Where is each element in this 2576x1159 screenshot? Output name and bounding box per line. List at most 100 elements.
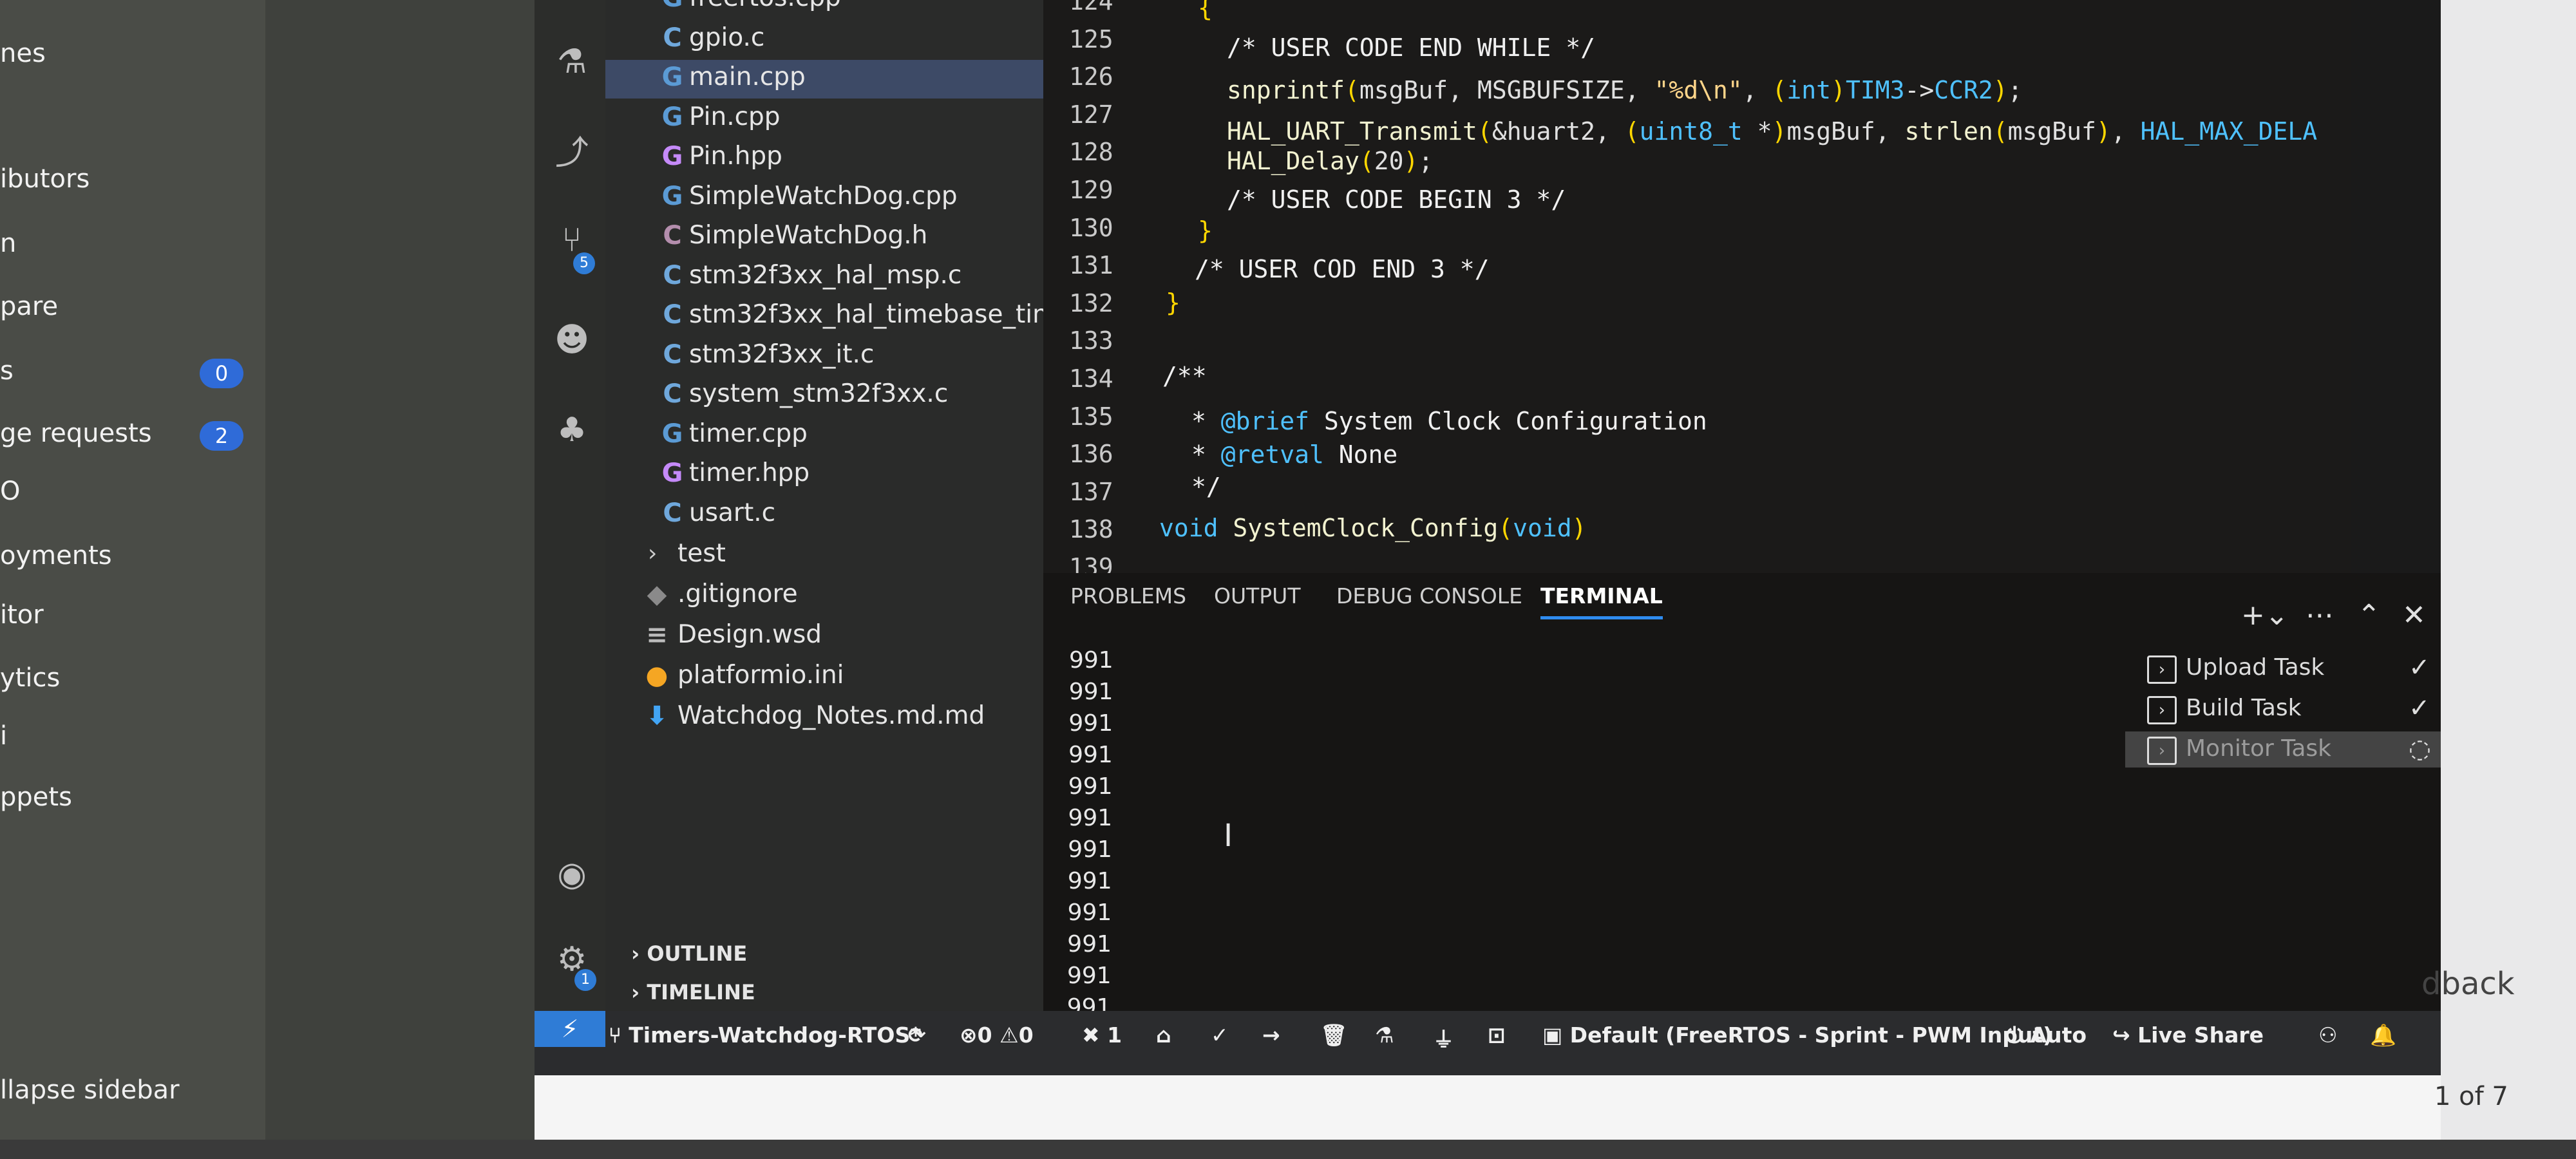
code-line-129[interactable]: /* USER CODE BEGIN 3 */: [1227, 185, 1566, 214]
browser-sidebar-item[interactable]: oyments: [0, 541, 112, 570]
line-number: 126: [1069, 62, 1113, 91]
build-check-icon[interactable]: ✓: [1211, 1022, 1229, 1048]
browser-sidebar-item[interactable]: pare: [0, 292, 58, 321]
folder-item[interactable]: › test: [605, 536, 1043, 575]
browser-sidebar-item[interactable]: ppets: [0, 782, 72, 812]
terminal-icon: ›: [2147, 696, 2177, 724]
terminal-task-item[interactable]: › Upload Task ✓: [2125, 650, 2441, 686]
platformio-alien-icon[interactable]: ☻: [554, 322, 590, 358]
file-item[interactable]: Cstm32f3xx_hal_timebase_tim.c: [605, 297, 1079, 336]
file-item[interactable]: G Pin.hpp: [605, 139, 1043, 178]
settings-badge: 1: [574, 969, 596, 991]
file-item[interactable]: G Pin.cpp: [605, 100, 1043, 138]
file-item[interactable]: Cgpio.c: [605, 21, 1043, 59]
terminal-line: 991: [1068, 805, 1113, 831]
browser-sidebar-item[interactable]: ytics: [0, 663, 60, 693]
tools-counter[interactable]: ✖ 1: [1082, 1022, 1122, 1048]
browser-sidebar-item[interactable]: itor: [0, 600, 44, 630]
code-line-137[interactable]: */: [1191, 473, 1221, 501]
auto-label: Auto: [2030, 1022, 2087, 1048]
tab-debug-console[interactable]: DEBUG CONSOLE: [1336, 583, 1522, 608]
code-line-128[interactable]: HAL_Delay(20);: [1227, 147, 1433, 175]
testing-flask-icon[interactable]: ⚗: [554, 44, 590, 80]
timeline-section[interactable]: › TIMELINE: [631, 980, 755, 1004]
file-item[interactable]: Gfreertos.cpp: [605, 0, 1043, 19]
file-item[interactable]: Gtimer.cpp: [605, 417, 1043, 455]
code-line-134[interactable]: /**: [1162, 362, 1207, 390]
file-item[interactable]: Cstm32f3xx_it.c: [605, 337, 1043, 376]
code-line-136[interactable]: * @retval None: [1191, 440, 1397, 469]
terminal-task-item[interactable]: › Monitor Task ◌: [2125, 731, 2441, 768]
collapse-sidebar-button[interactable]: llapse sidebar: [0, 1075, 180, 1105]
code-line-131[interactable]: /* USER COD END 3 */: [1195, 255, 1490, 283]
test-flask-icon[interactable]: ⚗: [1375, 1022, 1394, 1048]
auto-port[interactable]: ⏻ Auto: [2006, 1022, 2087, 1048]
browser-sidebar-item-label: O: [0, 476, 21, 506]
terminal-task-item[interactable]: › Build Task ✓: [2125, 691, 2441, 727]
browser-sidebar-item[interactable]: i: [0, 721, 7, 751]
new-terminal-plus-icon[interactable]: +⌄: [2241, 599, 2289, 632]
tab-output[interactable]: OUTPUT: [1214, 583, 1301, 608]
cpp-file-icon: G: [661, 102, 683, 132]
sync-icon[interactable]: ⟳: [908, 1022, 926, 1048]
code-line-132[interactable]: }: [1166, 288, 1180, 317]
terminal-line: 991: [1068, 710, 1113, 737]
code-line-135[interactable]: * @brief System Clock Configuration: [1191, 407, 1707, 435]
environment-selector[interactable]: ▣ Default (FreeRTOS - Sprint - PWM Input…: [1542, 1022, 2052, 1048]
code-line-130[interactable]: }: [1198, 216, 1213, 245]
maximize-panel-chevron-up-icon[interactable]: ⌃: [2357, 599, 2381, 632]
clean-trash-icon[interactable]: 🗑: [1320, 1022, 1347, 1048]
accounts-icon[interactable]: ◉: [554, 856, 590, 892]
close-panel-icon[interactable]: ✕: [2402, 599, 2426, 632]
terminal-icon[interactable]: ⊡: [1488, 1022, 1506, 1048]
browser-sidebar-item[interactable]: nes: [0, 39, 46, 68]
feedback-link[interactable]: dback: [2421, 966, 2515, 1002]
browser-sidebar-item[interactable]: s: [0, 356, 14, 386]
run-debug-icon[interactable]: ⤴: [554, 135, 590, 171]
upload-arrow-icon[interactable]: →: [1262, 1022, 1280, 1048]
browser-sidebar-item-label: nes: [0, 39, 46, 68]
code-line-127[interactable]: HAL_UART_Transmit(&huart2, (uint8_t *)ms…: [1227, 117, 2317, 146]
git-branch[interactable]: ⑂ Timers-Watchdog-RTOS*: [609, 1022, 921, 1048]
browser-sidebar-item-label: n: [0, 229, 17, 258]
problems-counter[interactable]: ⊗0 ⚠0: [960, 1022, 1034, 1048]
notifications-bell-icon[interactable]: 🔔: [2370, 1022, 2396, 1048]
outline-section[interactable]: › OUTLINE: [631, 941, 747, 966]
code-line-126[interactable]: snprintf(msgBuf, MSGBUFSIZE, "%d\n", (in…: [1227, 76, 2023, 104]
browser-sidebar-item[interactable]: n: [0, 229, 16, 258]
browser-sidebar-item[interactable]: O: [0, 476, 20, 506]
hpp-file-icon: G: [661, 142, 683, 171]
file-item[interactable]: Gtimer.hpp: [605, 456, 1043, 495]
code-line-124[interactable]: {: [1198, 0, 1213, 22]
file-item[interactable]: ● platformio.ini: [605, 658, 1043, 697]
file-item[interactable]: ≡ Design.wsd: [605, 617, 1043, 656]
tab-problems[interactable]: PROBLEMS: [1070, 583, 1186, 608]
terminal-task-list: › Upload Task ✓ › Build Task ✓ › Monitor Task ◌: [2125, 650, 2441, 768]
file-item[interactable]: Csystem_stm32f3xx.c: [605, 377, 1043, 415]
browser-sidebar-item[interactable]: ge requests: [0, 419, 152, 448]
tools-icon: ✖: [1082, 1022, 1100, 1048]
remote-tree-icon[interactable]: ♣: [554, 412, 590, 448]
file-item[interactable]: Gmain.cpp: [605, 60, 1043, 99]
text-cursor-icon: I: [1224, 818, 1233, 854]
file-item[interactable]: G SimpleWatchDog.cpp: [605, 179, 1043, 218]
code-line-125[interactable]: /* USER CODE END WHILE */: [1227, 33, 1595, 62]
outline-label: OUTLINE: [647, 941, 748, 966]
file-item[interactable]: Cstm32f3xx_hal_msp.c: [605, 258, 1043, 297]
file-item[interactable]: ⬇ Watchdog_Notes.md.md: [605, 699, 1043, 737]
file-item[interactable]: ◆ .gitignore: [605, 577, 1043, 616]
remote-indicator-button[interactable]: ⚡: [535, 1011, 605, 1047]
file-item[interactable]: Cusart.c: [605, 496, 1043, 534]
browser-sidebar-item[interactable]: ibutors: [0, 164, 90, 194]
code-line-138[interactable]: void SystemClock_Config(void): [1159, 514, 1587, 542]
tab-terminal[interactable]: TERMINAL: [1540, 583, 1663, 619]
loading-spinner-icon: ◌: [2409, 734, 2431, 764]
file-name: platformio.ini: [677, 661, 844, 690]
home-icon[interactable]: ⌂: [1156, 1022, 1171, 1048]
more-actions-icon[interactable]: ⋯: [2306, 599, 2334, 632]
serial-monitor-plug-icon[interactable]: ⏚: [1433, 1022, 1454, 1053]
feedback-person-icon[interactable]: ⚇: [2318, 1022, 2338, 1048]
page-counter: 1 of 7: [2434, 1082, 2508, 1111]
file-item[interactable]: C SimpleWatchDog.h: [605, 218, 1043, 257]
live-share-button[interactable]: ↪ Live Share: [2112, 1022, 2264, 1048]
